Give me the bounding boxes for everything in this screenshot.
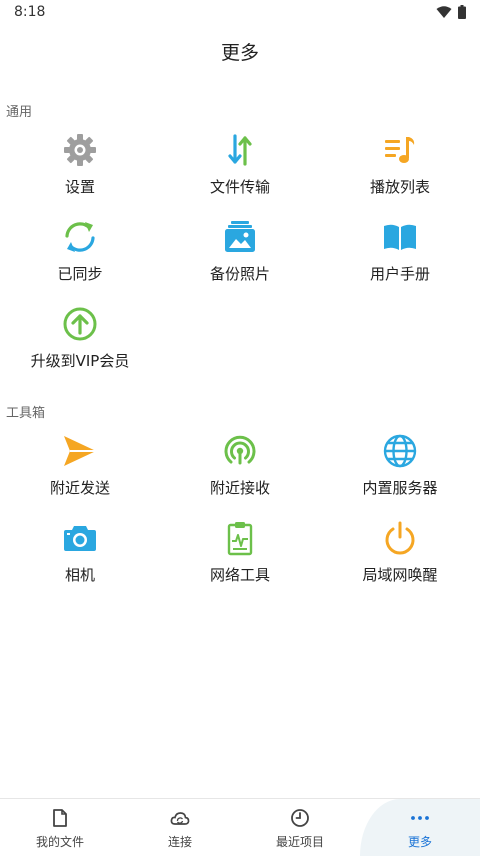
transfer-arrows-icon: [228, 134, 252, 166]
more-dots-icon: [411, 816, 429, 820]
nearby-receive-item[interactable]: 附近接收: [160, 433, 320, 515]
radar-receive-icon: [224, 435, 256, 465]
wake-on-lan-label: 局域网唤醒: [362, 566, 438, 584]
tab-my-files-label: 我的文件: [35, 835, 84, 849]
user-manual-item[interactable]: 用户手册: [320, 219, 480, 301]
status-time: 8:18: [14, 4, 46, 20]
synced-item[interactable]: 已同步: [0, 219, 160, 301]
tab-recent-label: 最近项目: [275, 835, 324, 849]
playlist-label: 播放列表: [369, 178, 430, 196]
network-tools-label: 网络工具: [209, 566, 270, 584]
sync-icon: [65, 222, 95, 252]
battery-icon: [458, 5, 466, 19]
file-transfer-label: 文件传输: [209, 178, 270, 196]
network-tools-item[interactable]: 网络工具: [160, 520, 320, 602]
user-manual-label: 用户手册: [369, 265, 430, 283]
backup-photos-item[interactable]: 备份照片: [160, 219, 320, 301]
nearby-receive-label: 附近接收: [209, 479, 270, 497]
clock-icon: [291, 809, 309, 827]
upgrade-arrow-icon: [63, 307, 97, 341]
built-in-server-label: 内置服务器: [362, 479, 438, 497]
bottom-nav: 我的文件 连接 最近项目 更多: [0, 798, 480, 856]
camera-icon: [64, 526, 96, 551]
tab-more-label: 更多: [407, 835, 432, 849]
section-label-tools: 工具箱: [6, 406, 46, 421]
backup-photos-label: 备份照片: [209, 265, 270, 283]
page-title: 更多: [220, 42, 259, 64]
file-transfer-item[interactable]: 文件传输: [160, 132, 320, 214]
cloud-sync-icon: [170, 812, 190, 825]
section-label-general: 通用: [6, 105, 33, 120]
settings-item[interactable]: 设置: [0, 132, 160, 214]
tab-my-files[interactable]: 我的文件: [0, 799, 120, 856]
tab-recent[interactable]: 最近项目: [240, 799, 360, 856]
nearby-send-label: 附近发送: [49, 479, 110, 497]
camera-item[interactable]: 相机: [0, 520, 160, 602]
book-icon: [384, 224, 416, 250]
status-icons: [436, 5, 466, 19]
settings-label: 设置: [64, 178, 95, 196]
nearby-send-item[interactable]: 附近发送: [0, 433, 160, 515]
gear-icon: [64, 134, 96, 166]
status-bar: 8:18: [0, 0, 480, 26]
upgrade-vip-label: 升级到VIP会员: [30, 352, 130, 370]
tab-more[interactable]: 更多: [360, 799, 480, 856]
camera-label: 相机: [64, 566, 95, 584]
file-icon: [53, 809, 67, 827]
globe-icon: [383, 434, 417, 468]
synced-label: 已同步: [57, 265, 103, 283]
tab-connect[interactable]: 连接: [120, 799, 240, 856]
upgrade-vip-item[interactable]: 升级到VIP会员: [0, 306, 160, 388]
paper-plane-icon: [64, 436, 96, 466]
built-in-server-item[interactable]: 内置服务器: [320, 433, 480, 515]
playlist-item[interactable]: 播放列表: [320, 132, 480, 214]
power-icon: [385, 521, 415, 555]
tab-connect-label: 连接: [167, 835, 192, 849]
playlist-icon: [385, 137, 415, 163]
clipboard-pulse-icon: [227, 522, 253, 556]
photo-backup-icon: [225, 221, 255, 252]
wake-on-lan-item[interactable]: 局域网唤醒: [320, 520, 480, 602]
wifi-icon: [436, 5, 452, 18]
